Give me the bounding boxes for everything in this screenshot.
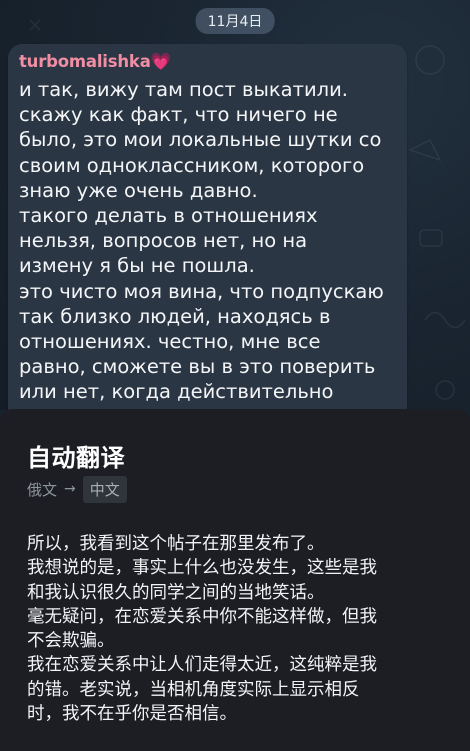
translated-line: 不会欺骗。 <box>27 631 115 652</box>
translation-sheet: 自动翻译 俄文 → 中文 所以，我看到这个帖子在那里发布了。 我想说的是，事实上… <box>0 409 470 751</box>
message-line: нельзя, вопросов нет, но на <box>19 229 308 253</box>
translation-title: 自动翻译 <box>27 444 125 472</box>
message-line: скажу как факт, что ничего не <box>19 103 338 127</box>
translated-line: 所以，我看到这个帖子在那里发布了。 <box>27 534 325 554</box>
message-line: так близко людей, находясь в <box>19 304 331 328</box>
message-line: отношениях. честно, мне все <box>19 330 321 354</box>
language-selector[interactable]: 俄文 → 中文 <box>27 475 127 503</box>
message-line: это чисто моя вина, что подпускаю <box>19 279 384 303</box>
target-language[interactable]: 中文 <box>82 475 127 503</box>
translated-text: 所以，我看到这个帖子在那里发布了。 我想说的是，事实上什么也没发生，这些是我 和… <box>27 532 457 726</box>
arrow-right-icon: → <box>64 481 76 497</box>
translated-line: 我在恋爱关系中让人们走得太近，这纯粹是我 <box>27 655 377 676</box>
message-line: и так, вижу там пост выкатили. <box>19 78 348 101</box>
message-line: такого делать в отношениях <box>19 204 318 228</box>
message-line: равно, сможете вы в это поверить <box>19 355 376 379</box>
message-line: знаю уже очень давно. <box>19 178 258 202</box>
translated-line: 毫无疑问，在恋爱关系中你不能这样做，但我 <box>27 606 377 627</box>
heart-emoji: 💗 <box>150 52 172 71</box>
message-line: было, это мои локальные шутки со <box>19 128 382 152</box>
message-line: своим одноклассником, которого <box>19 153 365 177</box>
translated-line: 和我认识很久的同学之间的当地笑话。 <box>27 582 325 603</box>
sender-name-text: turbomalishka <box>19 52 151 71</box>
message-line: или нет, когда действительно <box>19 380 334 404</box>
translated-line: 我想说的是，事实上什么也没发生，这些是我 <box>27 558 377 579</box>
sender-name[interactable]: turbomalishka💗 <box>19 52 171 72</box>
translated-line: 时，我不在乎你是否相信。 <box>27 704 237 725</box>
message-text: и так, вижу там пост выкатили. скажу как… <box>19 77 404 405</box>
message-line: измену я бы не пошла. <box>19 254 255 278</box>
translated-line: 的错。老实说，当相机角度实际上显示相反 <box>27 679 360 700</box>
source-language: 俄文 <box>27 480 58 499</box>
date-separator: 11月4日 <box>195 8 275 34</box>
